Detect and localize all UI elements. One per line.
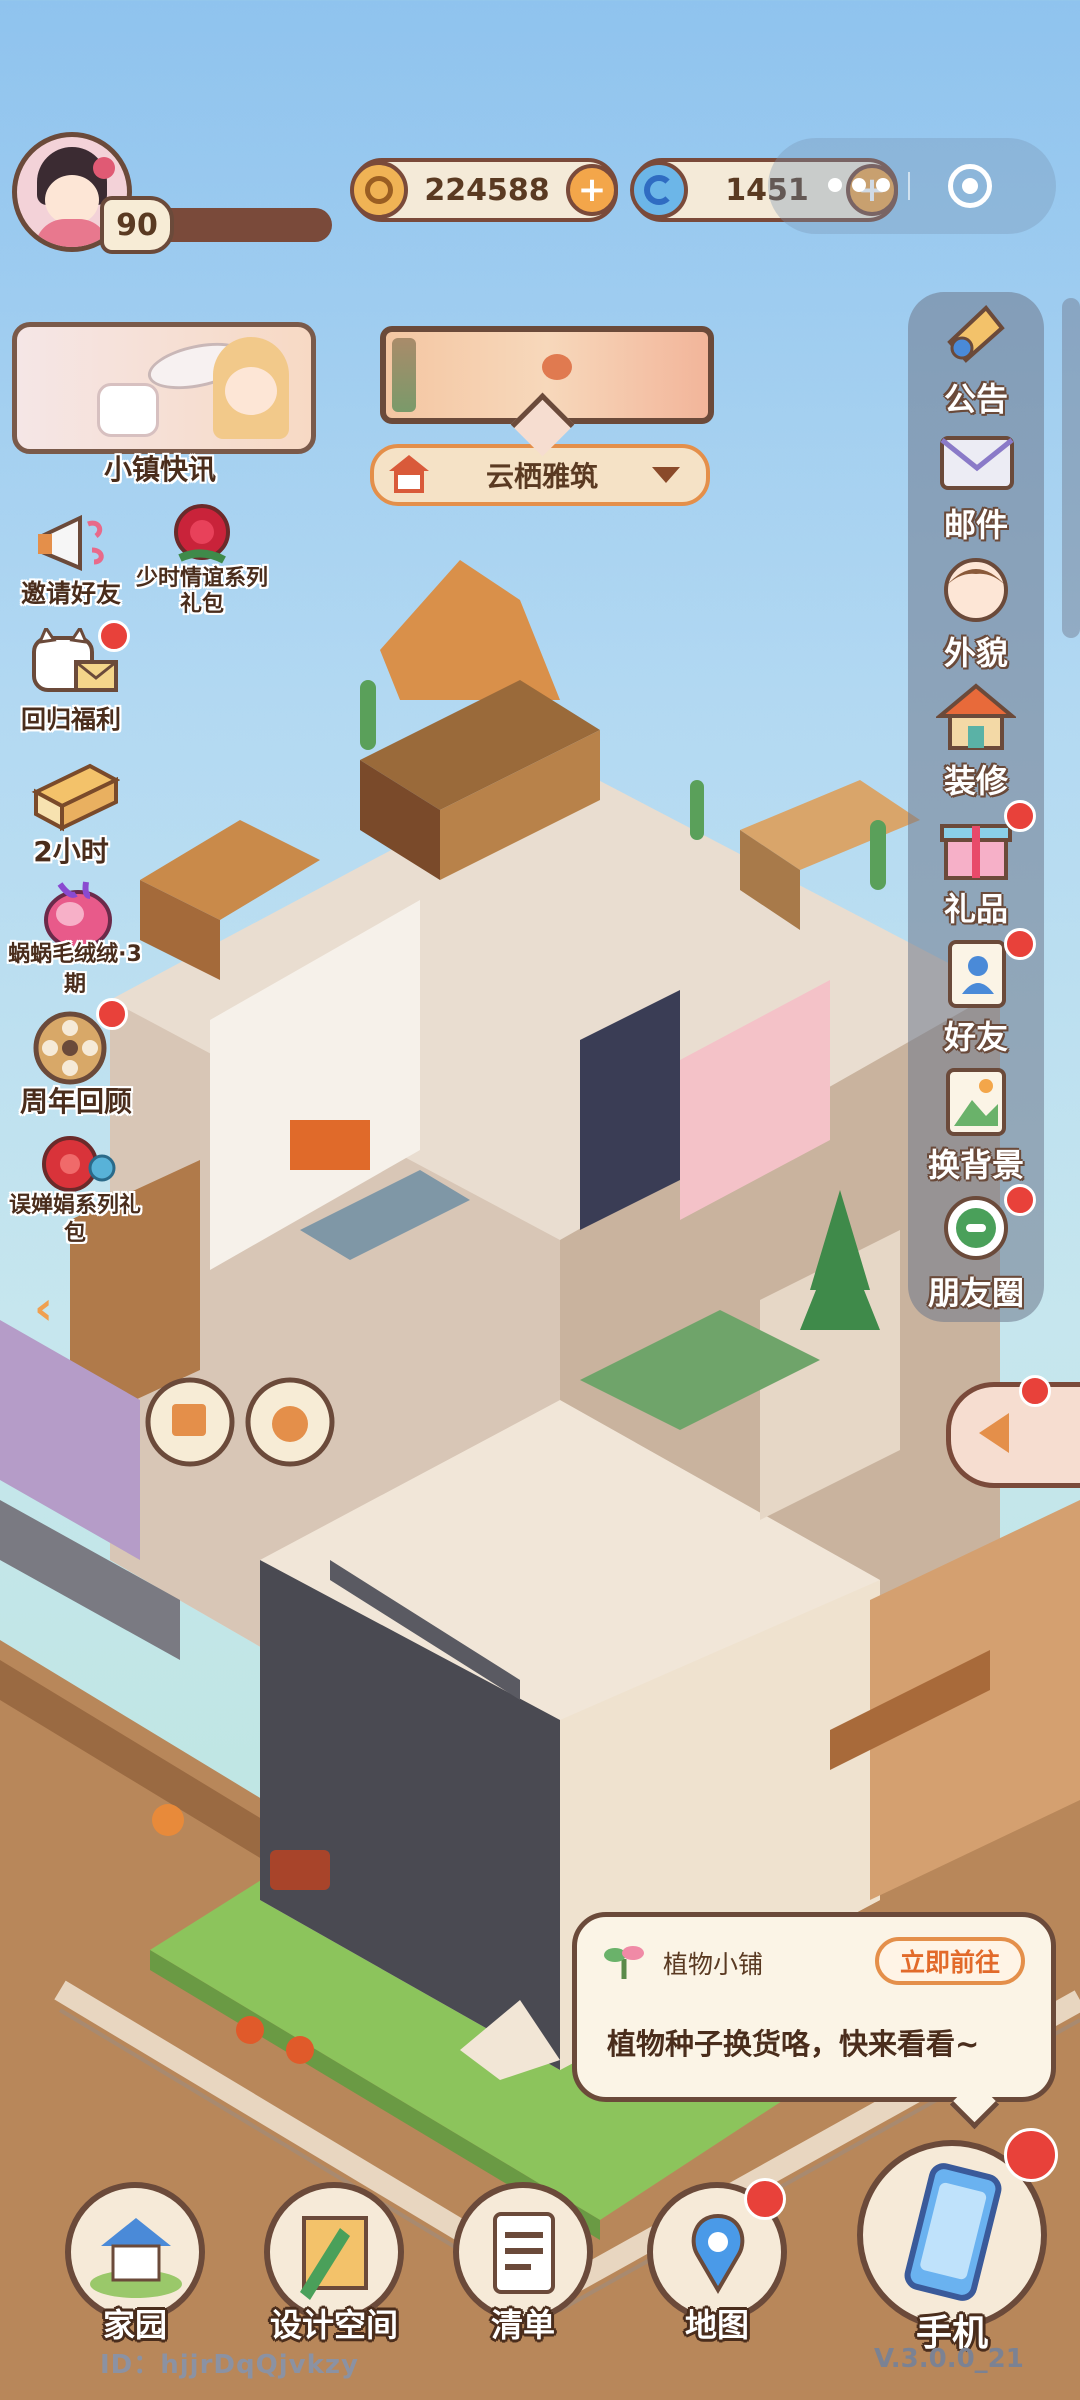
shop-name: 植物小铺 <box>663 1950 764 1979</box>
moments-button[interactable]: 朋友圈 <box>908 1184 1044 1314</box>
miniprogram-capsule <box>768 138 1056 234</box>
paw-icon <box>542 354 572 380</box>
house-wrench-icon <box>934 680 1018 754</box>
invite-friends-label: 邀请好友 <box>20 579 121 608</box>
coin-counter: 224588 + <box>350 158 618 222</box>
go-now-button[interactable]: 立即前往 <box>875 1937 1025 1985</box>
collapse-menu-button[interactable] <box>946 1375 1080 1488</box>
character-portrait <box>213 337 289 439</box>
coin-icon <box>350 161 408 219</box>
megaphone-icon <box>38 514 104 572</box>
mail-label: 邮件 <box>943 506 1008 544</box>
friends-button[interactable]: 好友 <box>908 928 1044 1058</box>
player-level: 90 <box>100 196 174 254</box>
sprout-icon <box>604 1946 644 1979</box>
series-pack-label: 误婵娟系列礼包 <box>8 1193 141 1246</box>
nav-map[interactable]: 地图 <box>642 2178 792 2346</box>
player-id: ID：hjjrDqQjvkzy <box>100 2350 359 2380</box>
timed-pack-label: 2小时 <box>33 835 109 868</box>
change-background-button[interactable]: 换背景 <box>908 1064 1044 1186</box>
envelope-icon <box>936 424 1016 498</box>
map-alert <box>744 2178 786 2220</box>
anniversary-alert <box>96 998 128 1030</box>
coin-value: 224588 <box>424 172 550 208</box>
town-news-label: 小镇快讯 <box>103 453 216 486</box>
rose-icon <box>174 504 230 564</box>
friendship-pack-button[interactable] <box>160 500 246 574</box>
shop-message: 植物种子换货咯，快来看看~ <box>607 2027 980 2061</box>
scroll-indicator <box>1062 298 1080 638</box>
gem-icon <box>630 161 688 219</box>
decorate-button[interactable]: 装修 <box>908 680 1044 802</box>
announce-button[interactable]: 公告 <box>908 298 1044 420</box>
moments-label: 朋友圈 <box>927 1274 1024 1312</box>
chevron-left-icon[interactable]: ‹ <box>34 1278 74 1338</box>
invite-friends-button[interactable] <box>34 510 114 580</box>
location-name: 云栖雅筑 <box>485 460 598 493</box>
change-background-label: 换背景 <box>927 1146 1024 1184</box>
nav-list-label: 清单 <box>490 2306 555 2344</box>
nav-phone[interactable]: 手机 <box>852 2128 1058 2356</box>
friends-label: 好友 <box>943 1018 1008 1056</box>
more-menu-button[interactable] <box>828 178 890 192</box>
announce-label: 公告 <box>943 380 1008 418</box>
mail-button[interactable]: 邮件 <box>908 424 1044 546</box>
gift-label: 礼品 <box>943 890 1008 928</box>
nav-list[interactable]: 清单 <box>448 2182 598 2346</box>
gift-alert <box>1004 800 1036 832</box>
welcome-back-button[interactable] <box>30 620 130 698</box>
picture-icon <box>936 1064 1016 1138</box>
snail-event-label: 蜗蜗毛绒绒·3期 <box>8 942 142 997</box>
moments-alert <box>1004 1184 1036 1216</box>
flower-bouquet-icon <box>42 1136 116 1192</box>
megaphone-icon <box>936 298 1016 372</box>
welcome-back-alert <box>98 620 130 652</box>
appearance-button[interactable]: 外貌 <box>908 552 1044 674</box>
anniversary-review-button[interactable] <box>26 998 128 1088</box>
plant-shop-notice: 植物小铺 立即前往 植物种子换货咯，快来看看~ <box>572 1912 1056 2130</box>
app-version: V.3.0.0_21 <box>874 2344 1024 2374</box>
nav-home[interactable]: 家园 <box>60 2182 210 2346</box>
series-pack-button[interactable] <box>30 1128 120 1202</box>
character-face-icon <box>936 552 1016 626</box>
nav-map-label: 地图 <box>684 2306 749 2344</box>
decorate-label: 装修 <box>943 762 1008 800</box>
nav-design-space[interactable]: 设计空间 <box>254 2182 414 2346</box>
close-target-icon[interactable] <box>948 164 992 208</box>
appearance-label: 外貌 <box>943 634 1008 672</box>
welcome-back-label: 回归福利 <box>20 705 121 734</box>
gift-button[interactable]: 礼品 <box>908 800 1044 930</box>
chevron-down-icon <box>652 467 680 483</box>
nav-home-label: 家园 <box>102 2306 167 2344</box>
friendship-pack-label: 少时情谊系列礼包 <box>135 566 268 617</box>
cat-icon <box>97 383 159 437</box>
anniversary-review-label: 周年回顾 <box>19 1085 132 1118</box>
triangle-left-icon <box>979 1413 1009 1453</box>
add-coins-button[interactable]: + <box>566 164 618 216</box>
home-icon <box>386 455 432 495</box>
collapse-menu-alert <box>1019 1375 1051 1407</box>
phone-alert <box>1004 2128 1058 2182</box>
cake-icon <box>31 763 121 832</box>
friends-alert <box>1004 928 1036 960</box>
nav-design-space-label: 设计空间 <box>269 2306 398 2344</box>
town-news-banner[interactable] <box>12 322 316 454</box>
timed-pack-button[interactable] <box>30 752 121 832</box>
